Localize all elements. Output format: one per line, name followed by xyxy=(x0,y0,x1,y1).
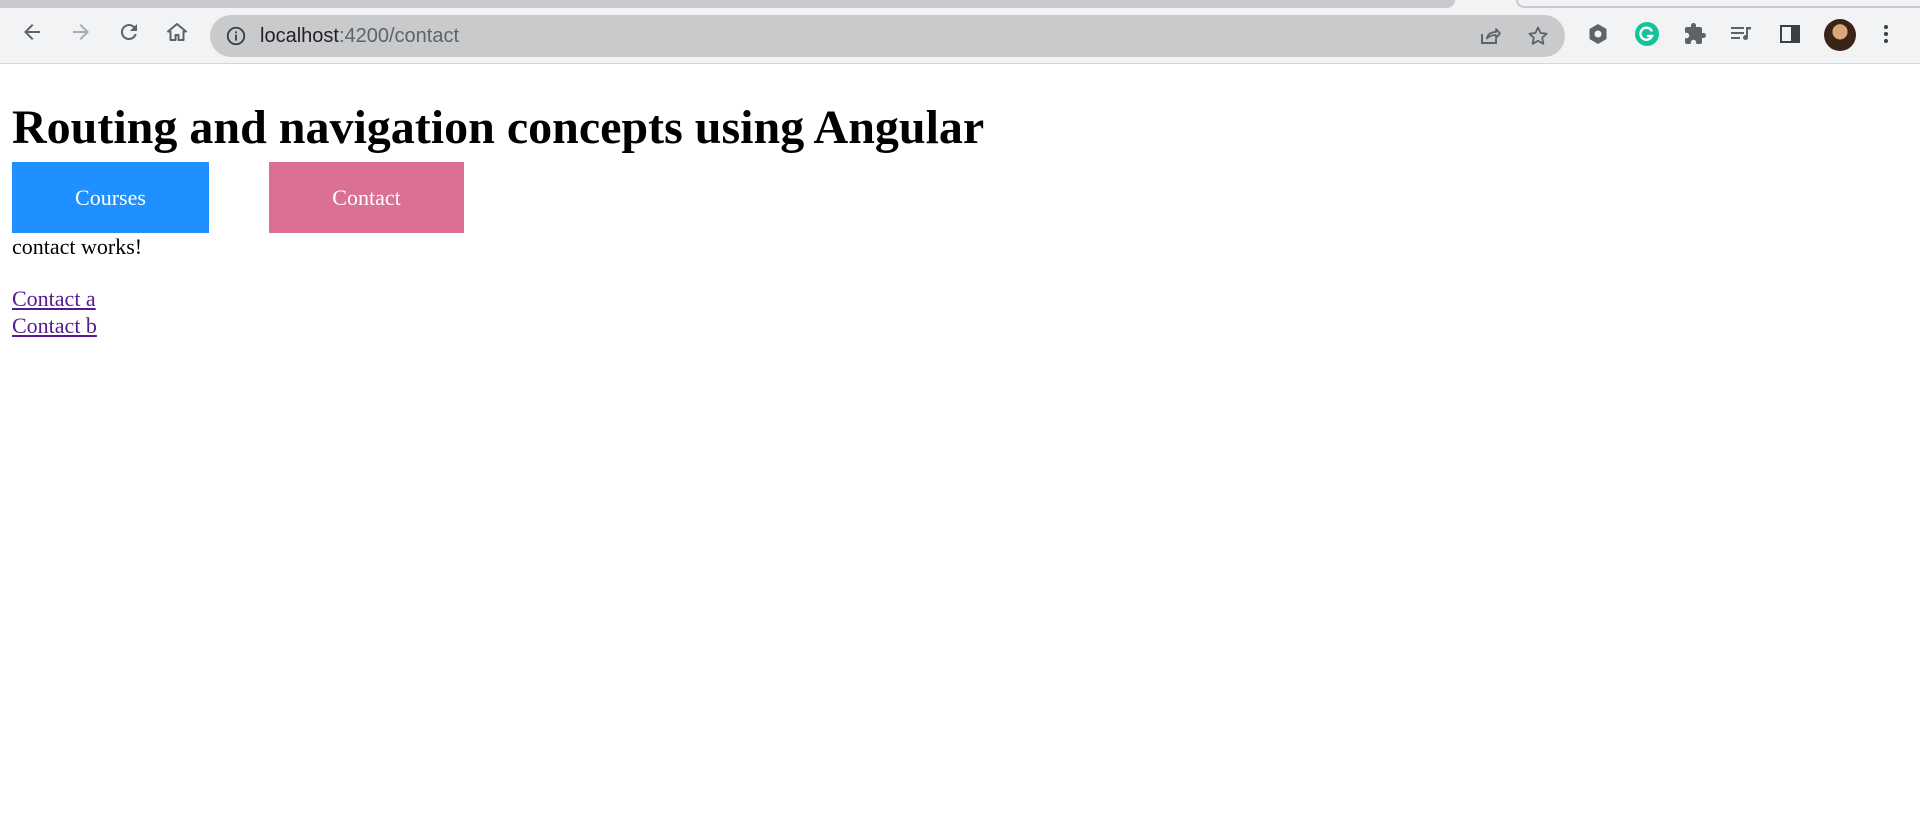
reload-icon xyxy=(120,24,137,41)
contact-a-link[interactable]: Contact a xyxy=(12,286,96,312)
page-content: Routing and navigation concepts using An… xyxy=(12,64,1920,819)
grammarly-button[interactable] xyxy=(1633,20,1661,48)
contact-b-link[interactable]: Contact b xyxy=(12,313,97,339)
kebab-menu-icon xyxy=(1884,25,1888,43)
extension-hexagon-button[interactable] xyxy=(1584,20,1612,48)
url-host: localhost xyxy=(260,25,339,47)
url-text[interactable]: localhost:4200/contact xyxy=(260,24,459,48)
contact-button[interactable]: Contact xyxy=(269,162,464,233)
forward-button[interactable] xyxy=(66,17,96,47)
share-icon xyxy=(1481,28,1501,44)
address-bar[interactable]: localhost:4200/contact xyxy=(210,15,1565,57)
side-panel-icon xyxy=(1780,25,1800,43)
tab-strip-edge-right xyxy=(1516,0,1920,8)
media-queue-icon xyxy=(1731,27,1751,41)
home-icon xyxy=(167,23,187,41)
browser-menu-button[interactable] xyxy=(1872,20,1900,48)
bookmark-button[interactable] xyxy=(1526,24,1550,48)
tab-strip-edge xyxy=(0,0,1455,8)
home-button[interactable] xyxy=(162,17,192,47)
extensions-button[interactable] xyxy=(1681,20,1709,48)
grammarly-icon xyxy=(1635,22,1659,46)
info-icon xyxy=(226,26,246,46)
profile-avatar[interactable] xyxy=(1824,19,1856,51)
page-title: Routing and navigation concepts using An… xyxy=(12,101,985,154)
side-panel-button[interactable] xyxy=(1776,20,1804,48)
reload-button[interactable] xyxy=(114,17,144,47)
hexagon-extension-icon xyxy=(1589,24,1607,44)
site-info-button[interactable] xyxy=(224,24,248,48)
puzzle-icon xyxy=(1685,23,1706,44)
courses-button[interactable]: Courses xyxy=(12,162,209,233)
browser-toolbar: localhost:4200/contact xyxy=(0,0,1920,64)
back-button[interactable] xyxy=(17,17,47,47)
component-status-text: contact works! xyxy=(12,234,143,259)
forward-arrow-icon xyxy=(73,24,89,40)
url-path: :4200/contact xyxy=(338,25,460,47)
media-queue-button[interactable] xyxy=(1728,20,1756,48)
back-arrow-icon xyxy=(24,24,40,40)
share-button[interactable] xyxy=(1478,24,1502,48)
star-icon xyxy=(1528,26,1548,45)
